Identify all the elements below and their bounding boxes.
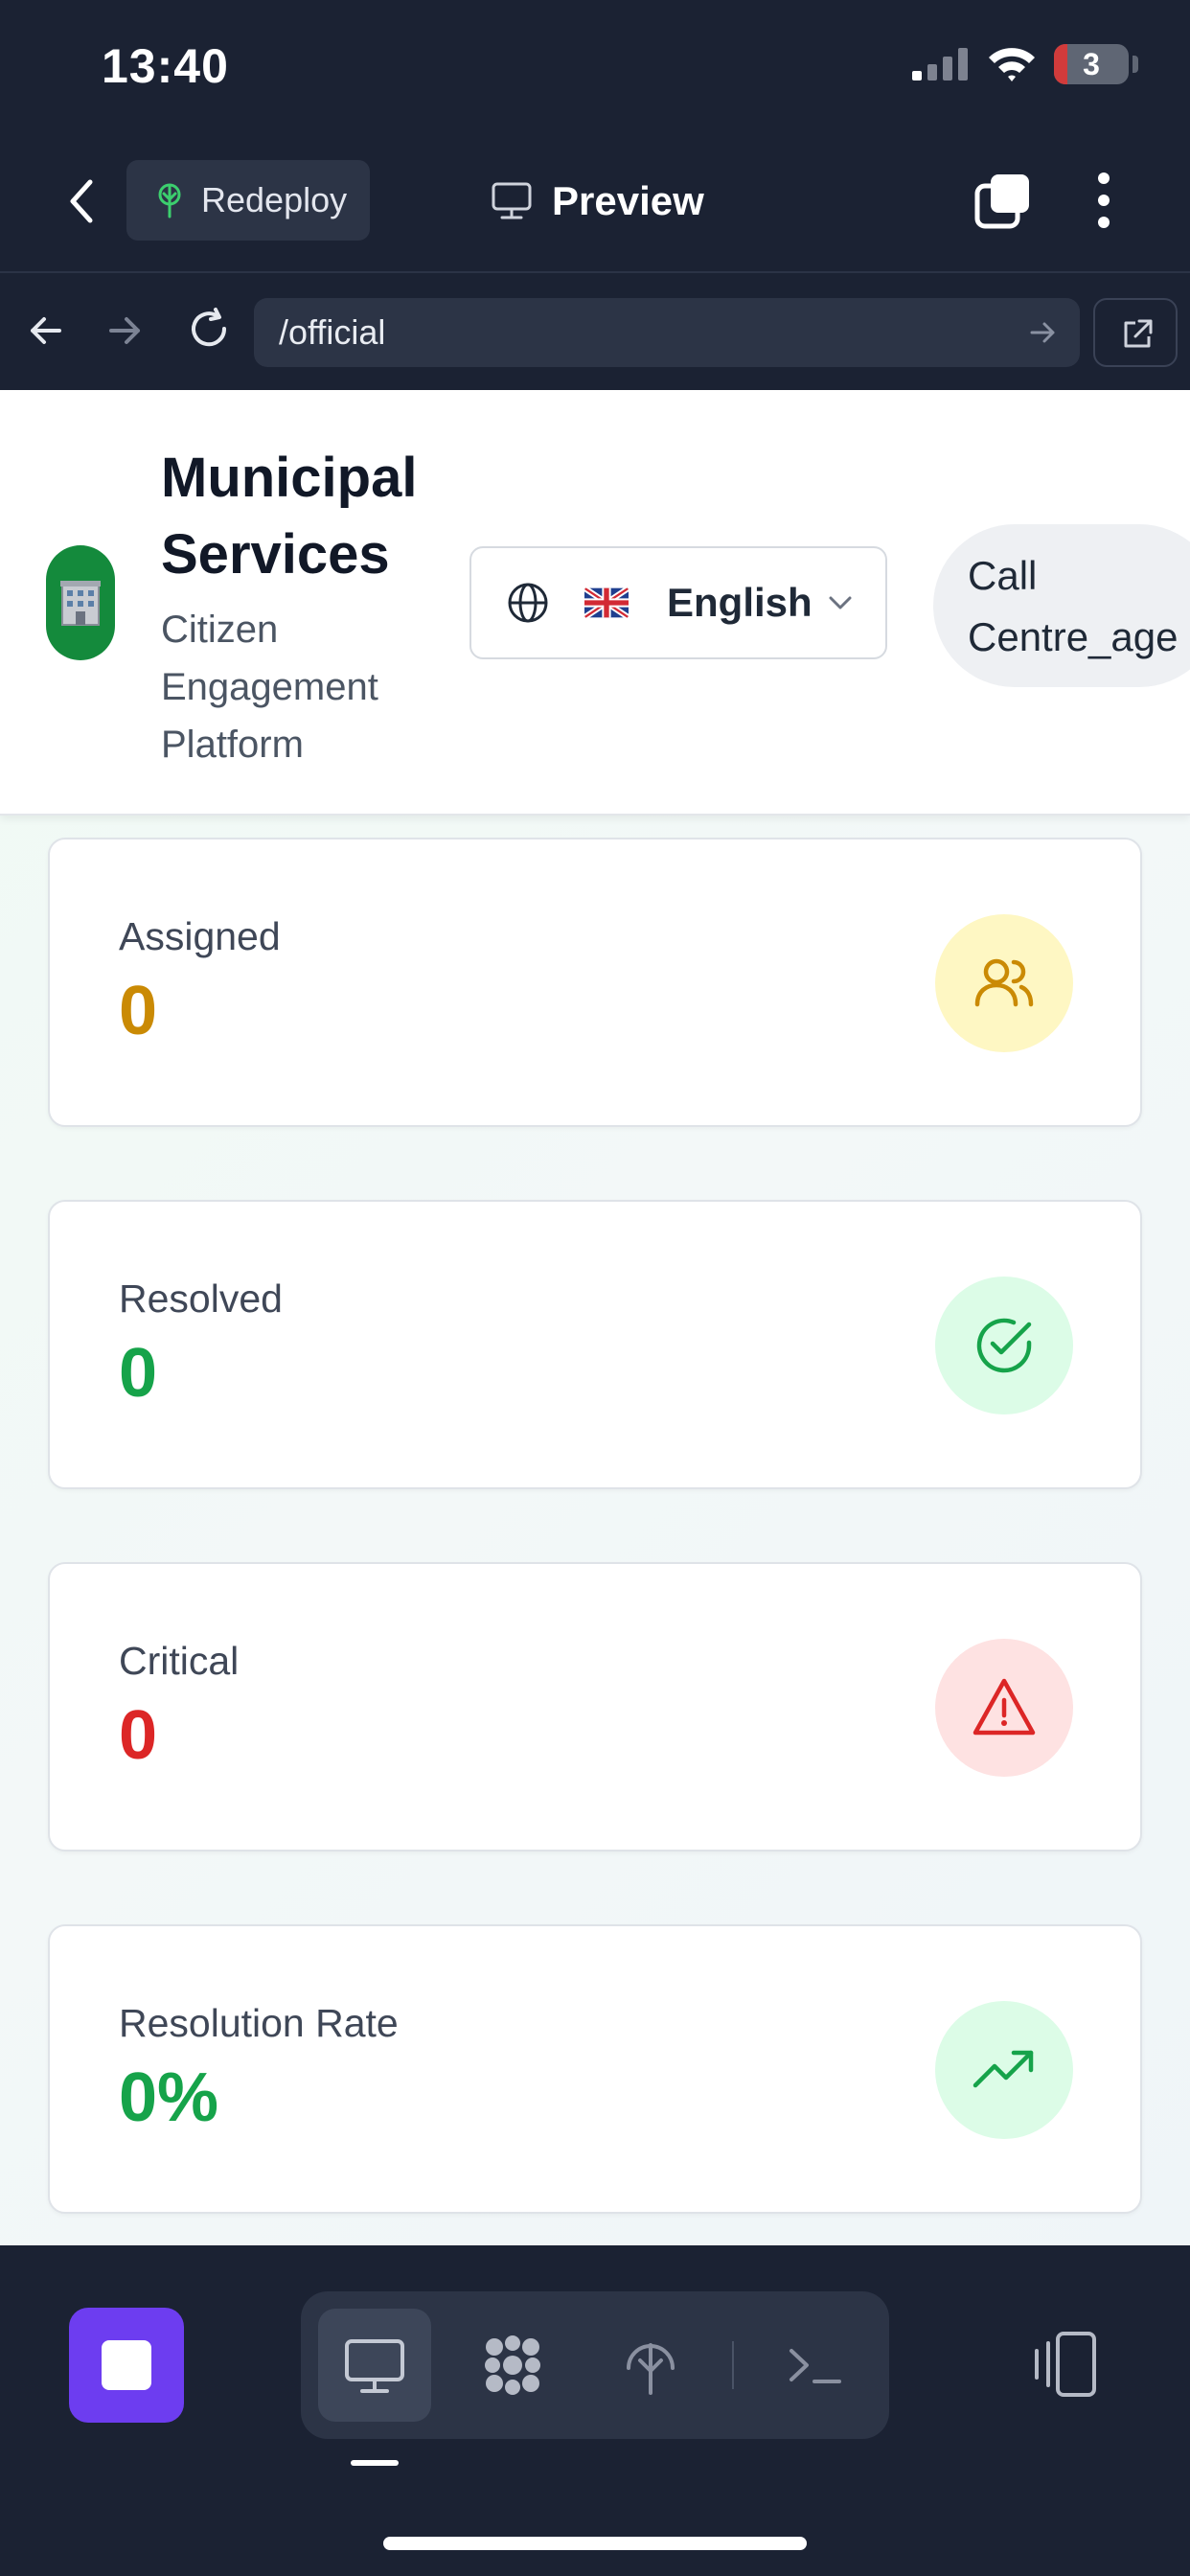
preview-label: Preview <box>552 178 704 223</box>
status-bar: 13:40 3 <box>0 0 1190 134</box>
stat-icon-badge <box>935 1276 1073 1414</box>
terminal-icon <box>790 2349 841 2383</box>
url-field[interactable]: /official <box>254 298 1080 367</box>
stat-card-critical: Critical 0 <box>48 1562 1142 1852</box>
agent-badge[interactable]: Call Centre_age <box>933 524 1190 687</box>
site-title: Municipal Services <box>161 447 418 586</box>
site-subtitle: Citizen Engagement Platform <box>161 609 378 766</box>
active-tab-indicator <box>351 2460 399 2466</box>
building-logo <box>46 545 115 660</box>
stop-icon <box>102 2340 151 2390</box>
mode-agent-button[interactable] <box>456 2309 569 2422</box>
stat-value: 0 <box>119 1697 158 1774</box>
chevron-down-icon <box>829 596 852 610</box>
building-icon <box>60 581 101 626</box>
trending-up-icon <box>973 2050 1034 2088</box>
tabs-icon[interactable] <box>973 171 1033 230</box>
wifi-icon <box>989 48 1035 81</box>
reload-icon[interactable] <box>186 306 232 352</box>
status-time: 13:40 <box>102 39 229 93</box>
external-link-icon <box>1124 319 1153 348</box>
globe-icon <box>508 583 548 623</box>
app-toolbar: Redeploy Preview <box>0 134 1190 273</box>
stat-card-assigned: Assigned 0 <box>48 838 1142 1127</box>
bottom-toolbar <box>0 2245 1190 2576</box>
alert-triangle-icon <box>973 1678 1036 1736</box>
battery-level: 3 <box>1083 47 1100 81</box>
stat-icon-badge <box>935 2001 1073 2139</box>
browser-bar: /official <box>0 275 1190 390</box>
mode-deploy-button[interactable] <box>594 2309 707 2422</box>
stat-icon-badge <box>935 914 1073 1052</box>
monitor-icon <box>492 182 532 219</box>
language-select[interactable]: English <box>469 546 887 659</box>
stat-card-resolution-rate: Resolution Rate 0% <box>48 1924 1142 2214</box>
mode-preview-button[interactable] <box>318 2309 431 2422</box>
check-circle-icon <box>976 1318 1032 1373</box>
cellular-signal-icon <box>912 48 968 80</box>
device-layout-icon[interactable] <box>1025 2326 1104 2404</box>
stat-card-resolved: Resolved 0 <box>48 1200 1142 1489</box>
arrow-left-icon[interactable] <box>25 310 67 352</box>
stat-value: 0 <box>119 1335 158 1412</box>
stop-button[interactable] <box>69 2308 184 2423</box>
back-chevron-icon[interactable] <box>57 172 105 230</box>
preview-title: Preview <box>491 172 704 230</box>
redeploy-button[interactable]: Redeploy <box>126 160 370 241</box>
more-options-icon[interactable] <box>1092 171 1115 230</box>
stat-value: 0 <box>119 973 158 1049</box>
battery-icon: 3 <box>1054 44 1129 84</box>
agent-cluster-icon <box>485 2335 540 2395</box>
redeploy-label: Redeploy <box>201 180 348 219</box>
home-indicator <box>383 2537 807 2550</box>
webview: Municipal Services Citizen Engagement Pl… <box>0 390 1190 2245</box>
language-label: English <box>667 580 812 625</box>
open-external-button[interactable] <box>1093 298 1178 367</box>
stat-label: Resolution Rate <box>119 2001 399 2045</box>
stat-value: 0% <box>119 2059 219 2136</box>
stat-label: Critical <box>119 1639 240 1683</box>
stat-label: Assigned <box>119 914 281 958</box>
stat-label: Resolved <box>119 1276 283 1321</box>
site-header: Municipal Services Citizen Engagement Pl… <box>0 390 1190 816</box>
mode-switcher <box>301 2291 889 2439</box>
users-icon <box>974 958 1034 1007</box>
url-text: /official <box>279 312 386 352</box>
deploy-tree-icon <box>627 2343 675 2395</box>
go-arrow-icon[interactable] <box>1028 318 1057 347</box>
stat-icon-badge <box>935 1639 1073 1777</box>
mode-terminal-button[interactable] <box>759 2309 872 2422</box>
monitor-icon <box>345 2339 404 2393</box>
arrow-right-icon[interactable] <box>103 310 146 352</box>
agent-line-2: Centre_age <box>968 614 1179 659</box>
agent-line-1: Call <box>968 553 1038 598</box>
deploy-tree-icon <box>158 183 181 218</box>
uk-flag-icon <box>584 587 629 618</box>
